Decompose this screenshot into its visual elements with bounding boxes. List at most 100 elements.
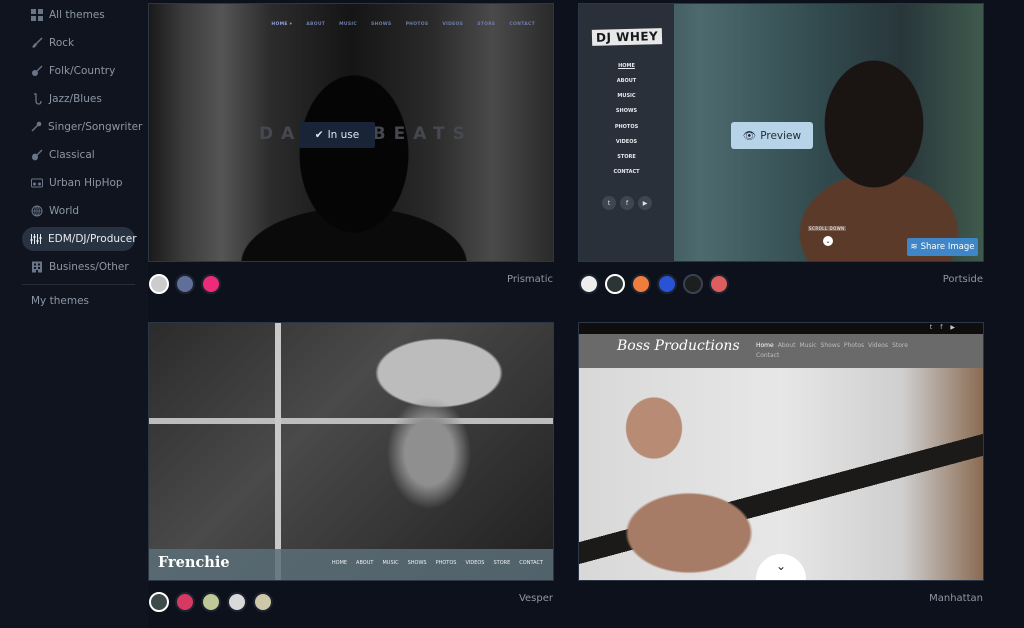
color-swatch[interactable] [227, 592, 247, 612]
sidebar-item-world[interactable]: World [22, 199, 135, 223]
preview-nav-item: ABOUT [616, 78, 637, 84]
share-image-button[interactable]: ≋ Share Image [907, 238, 978, 256]
sidebar-item-all-themes[interactable]: All themes [22, 3, 135, 27]
preview-nav-item: Contact [756, 352, 780, 359]
preview-nav: HOME ABOUT MUSIC SHOWS PHOTOS VIDEOS STO… [332, 560, 543, 566]
microphone-icon [30, 121, 42, 134]
color-swatch[interactable] [201, 274, 221, 294]
preview-nav-item: CONTACT [509, 22, 535, 27]
preview-nav-item: STORE [617, 154, 636, 160]
theme-card-manhattan[interactable]: t f ▶ Boss Productions Home About Music Sho… [578, 322, 984, 581]
mixer-sliders-icon [30, 233, 42, 246]
boombox-icon [30, 177, 43, 190]
color-swatch[interactable] [657, 274, 677, 294]
violin-icon [30, 149, 43, 162]
preview-nav-item: ABOUT [306, 22, 326, 27]
theme-card-prismatic[interactable]: HOME ▾ ABOUT MUSIC SHOWS PHOTOS VIDEOS S… [148, 3, 554, 262]
sidebar-item-folk-country[interactable]: Folk/Country [22, 59, 135, 83]
sidebar-item-label: Urban HipHop [49, 177, 123, 189]
theme-name: Portside [942, 274, 983, 285]
preview-nav-item: PHOTOS [405, 22, 429, 27]
youtube-icon: ▶ [638, 196, 652, 210]
preview-header: Boss Productions Home About Music Shows Phot… [579, 334, 983, 368]
preview-nav-item: MUSIC [617, 93, 636, 99]
in-use-label: In use [327, 129, 360, 141]
color-swatch[interactable] [709, 274, 729, 294]
sidebar-item-label: Singer/Songwriter [48, 121, 143, 133]
preview-nav-item: VIDEOS [442, 22, 464, 27]
preview-nav-item: SHOWS [371, 22, 392, 27]
sidebar-item-label: Business/Other [49, 261, 129, 273]
preview-nav-item: Photos [843, 342, 865, 349]
sidebar-item-label: Jazz/Blues [49, 93, 102, 105]
preview-nav-item: Home [756, 342, 774, 349]
sidebar-item-edm-dj-producer[interactable]: EDM/DJ/Producer [22, 227, 137, 251]
sidebar-item-label: World [49, 205, 80, 217]
preview-nav: Home About Music Shows Photos Videos Store Cont… [756, 341, 926, 361]
color-swatch[interactable] [201, 592, 221, 612]
banjo-icon [30, 65, 43, 78]
sidebar-item-urban-hiphop[interactable]: Urban HipHop [22, 171, 135, 195]
sidebar-item-label: Folk/Country [49, 65, 116, 77]
twitter-icon: t [602, 196, 616, 210]
preview-nav-item: PHOTOS [435, 560, 457, 566]
theme-card-vesper[interactable]: Frenchie HOME ABOUT MUSIC SHOWS PHOTOS V… [148, 322, 554, 581]
eye-icon: 👁 [742, 130, 757, 142]
preview-site-title: Boss Productions [617, 338, 740, 354]
color-swatch[interactable] [175, 592, 195, 612]
theme-preview-image [149, 323, 553, 580]
preview-nav-item: About [777, 342, 796, 349]
sidebar-item-jazz-blues[interactable]: Jazz/Blues [22, 87, 135, 111]
theme-card-portside[interactable]: DJ WHEY HOME ABOUT MUSIC SHOWS PHOTOS VI… [578, 3, 984, 262]
sidebar-item-business-other[interactable]: Business/Other [22, 255, 135, 279]
preview-header: Frenchie HOME ABOUT MUSIC SHOWS PHOTOS V… [149, 549, 553, 580]
preview-scroll-label: SCROLL DOWN [808, 226, 846, 231]
checkmark-icon: ✔ [314, 129, 324, 141]
twitter-icon: t [929, 324, 933, 331]
globe-icon [30, 205, 43, 218]
color-swatch[interactable] [253, 592, 273, 612]
preview-nav: HOME ▾ ABOUT MUSIC SHOWS PHOTOS VIDEOS S… [271, 22, 535, 27]
color-swatches-portside [579, 274, 729, 294]
preview-nav-item: MUSIC [382, 560, 399, 566]
chevron-down-icon: ⌄ [823, 236, 833, 246]
grid-icon [30, 9, 43, 22]
building-icon [30, 261, 43, 274]
preview-sidebar: DJ WHEY HOME ABOUT MUSIC SHOWS PHOTOS VI… [579, 4, 674, 261]
color-swatch[interactable] [579, 274, 599, 294]
facebook-icon: f [940, 324, 943, 331]
preview-nav-item: CONTACT [613, 169, 640, 175]
color-swatch[interactable] [683, 274, 703, 294]
color-swatches-prismatic [149, 274, 221, 294]
preview-button[interactable]: 👁 Preview [731, 122, 813, 149]
preview-site-title: Frenchie [158, 554, 230, 571]
facebook-icon: f [620, 196, 634, 210]
preview-button-label: Preview [760, 129, 802, 142]
sidebar-divider [22, 284, 135, 285]
preview-nav-item: SHOWS [407, 560, 427, 566]
color-swatch[interactable] [631, 274, 651, 294]
color-swatch[interactable] [605, 274, 625, 294]
preview-nav-item: SHOWS [615, 108, 638, 114]
color-swatch[interactable] [149, 592, 169, 612]
in-use-badge: ✔ In use [299, 122, 375, 148]
preview-nav-item: HOME [331, 560, 348, 566]
sidebar-item-rock[interactable]: Rock [22, 31, 135, 55]
youtube-icon: ▶ [950, 324, 955, 331]
preview-nav-item: STORE [477, 22, 496, 27]
preview-nav-item: PHOTOS [614, 124, 639, 130]
preview-nav-item: HOME [618, 63, 635, 69]
sidebar-item-singer-songwriter[interactable]: Singer/Songwriter [22, 115, 142, 139]
preview-nav-item: STORE [493, 560, 511, 566]
theme-name: Prismatic [506, 274, 553, 285]
sidebar-item-label: Classical [49, 149, 95, 161]
sidebar-item-my-themes[interactable]: My themes [31, 295, 89, 307]
sidebar-item-label: EDM/DJ/Producer [48, 233, 137, 245]
preview-nav-item: Store [892, 342, 908, 349]
preview-nav-item: VIDEOS [465, 560, 485, 566]
preview-nav-item: MUSIC [339, 22, 358, 27]
sidebar-item-classical[interactable]: Classical [22, 143, 135, 167]
color-swatch[interactable] [149, 274, 169, 294]
color-swatch[interactable] [175, 274, 195, 294]
preview-topbar: t f ▶ [579, 323, 983, 334]
